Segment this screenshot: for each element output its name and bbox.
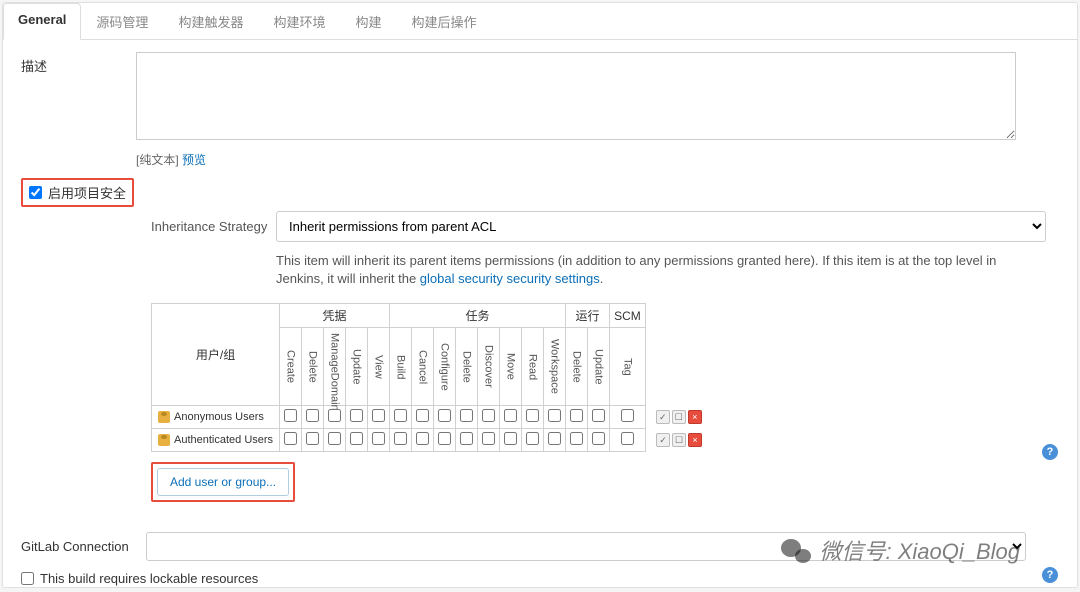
- perm-checkbox[interactable]: [328, 409, 341, 422]
- global-security-link[interactable]: global security security settings: [420, 271, 600, 286]
- perm-checkbox[interactable]: [350, 409, 363, 422]
- perm-checkbox[interactable]: [372, 409, 385, 422]
- config-tabs: General 源码管理 构建触发器 构建环境 构建 构建后操作: [3, 3, 1077, 40]
- enable-project-security-label: 启用项目安全: [48, 183, 126, 202]
- remove-row-icon[interactable]: ×: [688, 410, 702, 424]
- tab-post[interactable]: 构建后操作: [396, 3, 491, 39]
- perm-header-tag: Tag: [610, 328, 646, 406]
- help-icon[interactable]: ?: [1042, 444, 1058, 460]
- table-row: Anonymous Users: [152, 406, 707, 429]
- clear-all-icon[interactable]: ☐: [672, 410, 686, 424]
- matrix-usercol-header: 用户/组: [152, 304, 280, 406]
- user-anonymous-label: Anonymous Users: [174, 411, 264, 423]
- perm-checkbox[interactable]: [526, 409, 539, 422]
- enable-security-highlight: 启用项目安全: [21, 178, 134, 207]
- gitlab-connection-label: GitLab Connection: [21, 539, 146, 554]
- tab-triggers[interactable]: 构建触发器: [163, 3, 258, 39]
- plaintext-label: [纯文本]: [136, 153, 179, 167]
- perm-checkbox[interactable]: [438, 432, 451, 445]
- permission-matrix: 用户/组 凭据 任务 运行 SCM CreateDeleteManageDoma…: [151, 303, 707, 452]
- perm-header-configure: Configure: [434, 328, 456, 406]
- perm-checkbox[interactable]: [328, 432, 341, 445]
- add-button-highlight: Add user or group...: [151, 462, 295, 502]
- perm-checkbox[interactable]: [372, 432, 385, 445]
- perm-header-cancel: Cancel: [412, 328, 434, 406]
- perm-header-managedomains: ManageDomains: [324, 328, 346, 406]
- watermark: 微信号: XiaoQi_Blog: [781, 534, 1020, 566]
- perm-header-view: View: [368, 328, 390, 406]
- matrix-group-credentials: 凭据: [280, 304, 390, 328]
- perm-checkbox[interactable]: [306, 432, 319, 445]
- perm-checkbox[interactable]: [592, 432, 605, 445]
- perm-checkbox[interactable]: [504, 409, 517, 422]
- tab-env[interactable]: 构建环境: [258, 3, 340, 39]
- matrix-group-scm: SCM: [610, 304, 646, 328]
- perm-checkbox[interactable]: [460, 432, 473, 445]
- perm-checkbox[interactable]: [460, 409, 473, 422]
- perm-checkbox[interactable]: [592, 409, 605, 422]
- tab-general[interactable]: General: [3, 3, 81, 40]
- perm-checkbox[interactable]: [570, 432, 583, 445]
- matrix-group-job: 任务: [390, 304, 566, 328]
- remove-row-icon[interactable]: ×: [688, 433, 702, 447]
- perm-checkbox[interactable]: [504, 432, 517, 445]
- perm-checkbox[interactable]: [394, 432, 407, 445]
- user-authenticated-label: Authenticated Users: [174, 434, 273, 446]
- inheritance-description: This item will inherit its parent items …: [276, 252, 1036, 288]
- perm-checkbox[interactable]: [526, 432, 539, 445]
- help-icon[interactable]: ?: [1042, 567, 1058, 583]
- add-user-or-group-button[interactable]: Add user or group...: [157, 468, 289, 496]
- perm-checkbox[interactable]: [548, 409, 561, 422]
- perm-checkbox[interactable]: [482, 432, 495, 445]
- perm-checkbox[interactable]: [548, 432, 561, 445]
- perm-header-delete: Delete: [302, 328, 324, 406]
- user-icon: [158, 411, 170, 423]
- perm-header-move: Move: [500, 328, 522, 406]
- wechat-icon: [781, 537, 811, 563]
- perm-checkbox[interactable]: [416, 432, 429, 445]
- description-label: 描述: [21, 52, 136, 143]
- user-icon: [158, 434, 170, 446]
- perm-header-update: Update: [588, 328, 610, 406]
- table-row: Authenticated Users: [152, 429, 707, 452]
- perm-header-discover: Discover: [478, 328, 500, 406]
- perm-header-read: Read: [522, 328, 544, 406]
- perm-header-update: Update: [346, 328, 368, 406]
- perm-checkbox[interactable]: [438, 409, 451, 422]
- inheritance-strategy-select[interactable]: Inherit permissions from parent ACL: [276, 211, 1046, 242]
- perm-checkbox[interactable]: [350, 432, 363, 445]
- perm-checkbox[interactable]: [482, 409, 495, 422]
- clear-all-icon[interactable]: ☐: [672, 433, 686, 447]
- tab-build[interactable]: 构建: [340, 3, 396, 39]
- perm-checkbox[interactable]: [284, 432, 297, 445]
- perm-checkbox[interactable]: [284, 409, 297, 422]
- perm-header-build: Build: [390, 328, 412, 406]
- perm-checkbox[interactable]: [570, 409, 583, 422]
- lockable-resources-label: This build requires lockable resources: [40, 571, 258, 586]
- perm-checkbox[interactable]: [416, 409, 429, 422]
- preview-link[interactable]: 预览: [182, 153, 206, 167]
- perm-header-create: Create: [280, 328, 302, 406]
- select-all-icon[interactable]: ✓: [656, 433, 670, 447]
- perm-checkbox[interactable]: [621, 432, 634, 445]
- enable-project-security-checkbox[interactable]: [29, 186, 42, 199]
- lockable-resources-checkbox[interactable]: [21, 572, 34, 585]
- perm-checkbox[interactable]: [306, 409, 319, 422]
- perm-checkbox[interactable]: [621, 409, 634, 422]
- inheritance-strategy-label: Inheritance Strategy: [151, 219, 276, 234]
- select-all-icon[interactable]: ✓: [656, 410, 670, 424]
- description-textarea[interactable]: [136, 52, 1016, 140]
- matrix-group-run: 运行: [566, 304, 610, 328]
- perm-header-delete: Delete: [566, 328, 588, 406]
- perm-checkbox[interactable]: [394, 409, 407, 422]
- perm-header-delete: Delete: [456, 328, 478, 406]
- tab-scm[interactable]: 源码管理: [81, 3, 163, 39]
- perm-header-workspace: Workspace: [544, 328, 566, 406]
